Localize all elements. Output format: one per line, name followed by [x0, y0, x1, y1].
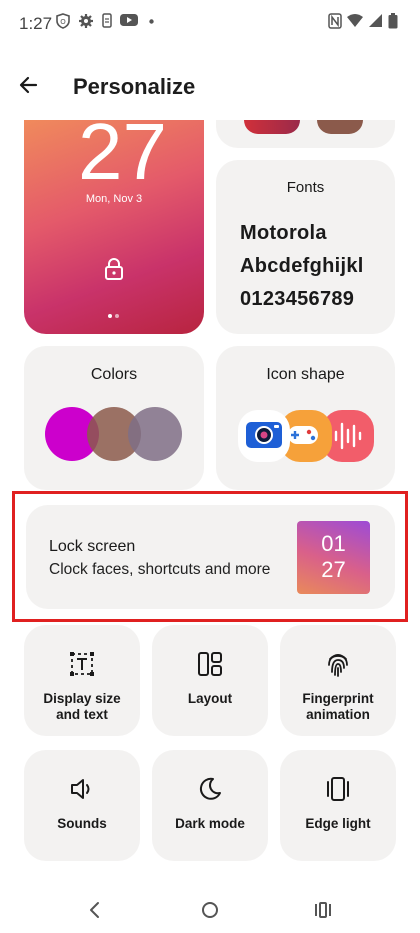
fingerprint-animation-tile[interactable]: Fingerprint animation: [280, 625, 396, 736]
battery-icon: [388, 13, 398, 29]
icon-shape-card[interactable]: Icon shape: [216, 346, 395, 490]
lock-screen-subtitle: Clock faces, shortcuts and more: [49, 561, 271, 578]
thumb-hour: 01: [321, 531, 346, 556]
fonts-card[interactable]: Fonts Motorola Abcdefghijkl 0123456789: [216, 160, 395, 334]
lock-screen-item[interactable]: Lock screen Clock faces, shortcuts and m…: [26, 505, 395, 609]
nfc-icon: [328, 13, 342, 29]
lock-screen-thumbnail: 01 27: [297, 521, 370, 594]
colors-label: Colors: [90, 366, 138, 383]
fingerprint-icon: [328, 654, 348, 677]
tile-label-line2: and text: [56, 707, 108, 722]
icon-shape-label: Icon shape: [266, 366, 345, 383]
back-arrow-icon[interactable]: [14, 70, 44, 100]
nav-recents-icon[interactable]: [313, 900, 333, 920]
color-swatches: [45, 407, 182, 461]
sim-icon: [102, 13, 112, 28]
camera-icon: [238, 410, 290, 462]
youtube-icon: [120, 14, 138, 26]
nav-home-icon[interactable]: [200, 900, 220, 920]
style-swatch-brown: [317, 120, 363, 134]
page-title: Personalize: [73, 74, 196, 99]
font-sample-letters: Abcdefghijkl: [240, 255, 364, 277]
gear-icon: [79, 14, 93, 28]
shield-icon: O: [56, 13, 70, 29]
text-size-icon: [70, 652, 94, 676]
tile-label-line2: animation: [306, 707, 370, 722]
style-swatch-red: [244, 120, 300, 134]
preview-date: Mon, Nov 3: [85, 193, 143, 205]
dark-mode-tile[interactable]: Dark mode: [152, 750, 268, 861]
tile-label-line1: Fingerprint: [302, 691, 374, 706]
moon-icon: [199, 777, 221, 800]
fonts-label: Fonts: [286, 179, 325, 196]
page-indicator-dots: [108, 314, 119, 318]
edge-light-tile[interactable]: Edge light: [280, 750, 396, 861]
style-preview-card-partial[interactable]: [216, 120, 395, 148]
layout-icon: [198, 652, 222, 676]
wallpaper-preview-card[interactable]: 27 Mon, Nov 3: [24, 120, 204, 334]
signal-icon: [369, 14, 382, 27]
tile-label-line1: Display size: [43, 691, 121, 706]
sounds-tile[interactable]: Sounds: [24, 750, 140, 861]
lock-icon: [105, 258, 123, 280]
font-sample-name: Motorola: [240, 222, 327, 244]
display-size-text-tile[interactable]: Display size and text: [24, 625, 140, 736]
wifi-icon: [347, 14, 363, 27]
navigation-bar: [0, 890, 420, 933]
colors-card[interactable]: Colors: [24, 346, 204, 490]
status-bar: 1:27 O: [0, 0, 420, 48]
layout-tile[interactable]: Layout: [152, 625, 268, 736]
speaker-icon: [71, 779, 90, 799]
tile-label-line1: Edge light: [305, 816, 371, 831]
edge-light-icon: [327, 777, 349, 801]
svg-text:O: O: [60, 18, 66, 26]
font-sample-digits: 0123456789: [240, 288, 355, 310]
tile-label-line1: Dark mode: [175, 816, 245, 831]
status-time: 1:27: [19, 14, 53, 33]
nav-back-icon[interactable]: [87, 900, 103, 920]
tile-label-line1: Sounds: [57, 816, 107, 831]
thumb-minute: 27: [321, 557, 346, 582]
icon-shape-previews: [238, 410, 374, 462]
dot-icon: [149, 19, 154, 24]
preview-clock-time: 27: [78, 120, 167, 196]
lock-screen-title: Lock screen: [49, 538, 136, 555]
color-swatch-3: [128, 407, 182, 461]
tile-label-line1: Layout: [187, 691, 233, 706]
